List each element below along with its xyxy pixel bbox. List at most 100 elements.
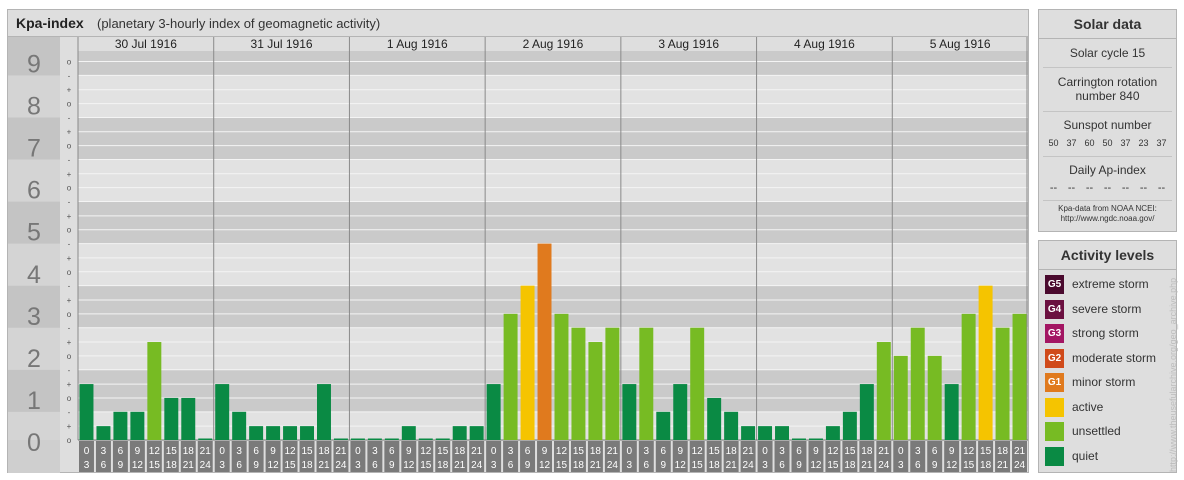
interval-start-label: 12: [556, 446, 568, 457]
interval-start-label: 0: [762, 446, 768, 457]
y-minor-label: o: [67, 310, 72, 319]
interval-end-label: 24: [335, 460, 347, 471]
y-minor-label: +: [67, 86, 72, 95]
interval-end-label: 15: [149, 460, 161, 471]
interval-start-label: 6: [118, 446, 124, 457]
interval-end-label: 9: [389, 460, 395, 471]
kp-bar: [401, 426, 416, 440]
level-color-swatch: [1045, 446, 1064, 466]
y-minor-label: o: [67, 184, 72, 193]
interval-start-label: 3: [372, 446, 378, 457]
level-label: active: [1072, 399, 1104, 414]
kp-bar: [181, 397, 196, 440]
interval-start-label: 12: [284, 446, 296, 457]
interval-end-label: 6: [236, 460, 242, 471]
interval-start-label: 9: [542, 446, 548, 457]
interval-start-label: 15: [980, 446, 992, 457]
ap-value: --: [1139, 182, 1148, 194]
interval-end-label: 15: [827, 460, 839, 471]
interval-end-label: 6: [644, 460, 650, 471]
interval-end-label: 15: [692, 460, 704, 471]
interval-start-label: 12: [827, 446, 839, 457]
interval-start-label: 6: [660, 446, 666, 457]
interval-start-label: 9: [270, 446, 276, 457]
kp-bar: [350, 438, 365, 440]
y-tick-label: 2: [27, 345, 41, 373]
interval-end-label: 12: [403, 460, 415, 471]
kp-bar: [893, 355, 908, 440]
activity-level-strong-storm: G3 strong storm: [1045, 324, 1175, 344]
interval-start-label: 0: [491, 446, 497, 457]
y-tick-label: 3: [27, 303, 41, 331]
kp-bar: [876, 342, 891, 440]
interval-start-label: 15: [844, 446, 856, 457]
interval-end-label: 18: [844, 460, 856, 471]
level-label: minor storm: [1072, 375, 1136, 389]
interval-end-label: 24: [1014, 460, 1026, 471]
y-minor-label: -: [68, 324, 71, 333]
y-minor-label: -: [68, 198, 71, 207]
interval-start-label: 0: [627, 446, 633, 457]
divider: [1043, 111, 1172, 112]
level-color-swatch: G1: [1045, 373, 1064, 392]
ap-value: --: [1103, 182, 1112, 194]
interval-start-label: 0: [84, 446, 90, 457]
y-minor-label: o: [67, 436, 72, 445]
interval-end-label: 12: [675, 460, 687, 471]
level-color-swatch: G3: [1045, 324, 1064, 343]
solar-cycle: Solar cycle 15: [1069, 46, 1146, 60]
carrington-rotation: Carrington rotation number 840: [1039, 75, 1176, 103]
y-minor-label: +: [67, 128, 72, 137]
interval-end-label: 3: [355, 460, 361, 471]
kp-bar: [418, 438, 433, 440]
kp-bar: [520, 285, 535, 440]
carrington-line-2: number 840: [1075, 89, 1140, 103]
kpa-bar-chart: 0123456789o+-o+-o+-o+-o+-o+-o+-o+-o+-o30…: [8, 37, 1028, 473]
kp-bar: [469, 426, 484, 440]
kp-bar: [944, 384, 959, 440]
y-minor-label: o: [67, 268, 72, 277]
interval-start-label: 6: [796, 446, 802, 457]
interval-end-label: 3: [219, 460, 225, 471]
kp-bar: [588, 342, 603, 440]
interval-start-label: 21: [1014, 446, 1026, 457]
interval-end-label: 18: [301, 460, 313, 471]
ap-value: --: [1085, 182, 1094, 194]
sunspot-value: 37: [1156, 138, 1167, 148]
interval-end-label: 18: [166, 460, 178, 471]
divider: [1043, 156, 1172, 157]
watermark[interactable]: http://www.theusefularchive.org/geo_arch…: [1168, 278, 1178, 472]
carrington-line-1: Carrington rotation: [1057, 75, 1158, 89]
kp-bar: [741, 426, 756, 440]
day-label: 1 Aug 1916: [387, 37, 448, 51]
credit-link[interactable]: http://www.ngdc.noaa.gov/: [1039, 214, 1176, 224]
activity-level-unsettled: unsettled: [1045, 422, 1175, 442]
kp-bar: [927, 355, 942, 440]
interval-end-label: 12: [946, 460, 958, 471]
kp-bar: [435, 438, 450, 440]
kp-bar: [232, 411, 247, 440]
kp-bar: [978, 285, 993, 440]
kp-bar: [367, 438, 382, 440]
kp-bar: [164, 397, 179, 440]
level-label: severe storm: [1072, 301, 1142, 316]
interval-end-label: 6: [101, 460, 107, 471]
interval-end-label: 9: [796, 460, 802, 471]
day-label: 4 Aug 1916: [794, 37, 855, 51]
y-minor-label: +: [67, 338, 72, 347]
interval-start-label: 3: [101, 446, 107, 457]
kp-bar: [656, 411, 671, 440]
y-tick-label: 8: [27, 93, 41, 121]
kp-bar: [503, 313, 518, 440]
ap-value: --: [1049, 182, 1058, 194]
interval-end-label: 3: [627, 460, 633, 471]
interval-end-label: 12: [539, 460, 551, 471]
ap-value: --: [1157, 182, 1166, 194]
sunspot-value: 50: [1048, 138, 1059, 148]
y-minor-label: o: [67, 100, 72, 109]
kp-band: [78, 75, 1028, 118]
kp-bar: [283, 426, 298, 440]
activity-level-extreme-storm: G5 extreme storm: [1045, 275, 1175, 295]
interval-start-label: 21: [471, 446, 483, 457]
kp-bar: [690, 327, 705, 440]
